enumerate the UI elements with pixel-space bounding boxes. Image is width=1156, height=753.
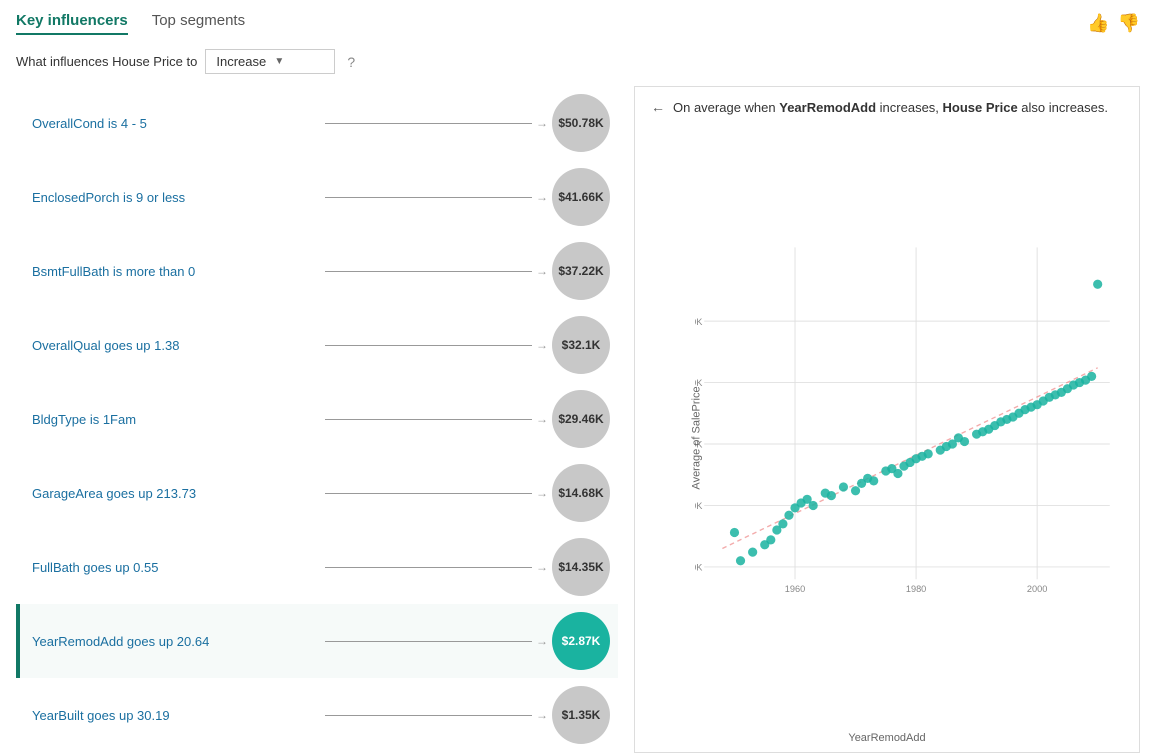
chevron-down-icon: ▼ <box>274 56 324 67</box>
arrow-icon: → <box>536 560 548 574</box>
influencer-row[interactable]: YearBuilt goes up 30.19 → $1.35K <box>16 678 618 752</box>
scatter-chart: $100K$150K$200K$250K$300K196019802000 <box>695 133 1119 712</box>
tab-key-influencers[interactable]: Key influencers <box>16 12 128 35</box>
influencer-bubble: $1.35K <box>552 686 610 744</box>
svg-text:$300K: $300K <box>695 317 703 327</box>
influencer-line <box>325 419 532 420</box>
influencer-row[interactable]: BsmtFullBath is more than 0 → $37.22K <box>16 234 618 308</box>
thumbs-up-icon[interactable]: 👍 <box>1087 13 1109 34</box>
influencer-label: YearRemodAdd goes up 20.64 <box>32 634 321 649</box>
influencer-bar: → $14.35K <box>321 538 610 596</box>
influencer-label: FullBath goes up 0.55 <box>32 560 321 575</box>
dropdown-value: Increase <box>216 54 266 69</box>
influencer-bubble: $29.46K <box>552 390 610 448</box>
svg-text:1960: 1960 <box>785 584 805 594</box>
arrow-icon: → <box>536 412 548 426</box>
influencer-line <box>325 197 532 198</box>
influencer-row[interactable]: EnclosedPorch is 9 or less → $41.66K <box>16 160 618 234</box>
influencer-label: OverallQual goes up 1.38 <box>32 338 321 353</box>
influencer-row[interactable]: YearRemodAdd goes up 20.64 → $2.87K <box>16 604 618 678</box>
chart-title: On average when YearRemodAdd increases, … <box>673 100 1108 115</box>
influencer-row[interactable]: GarageArea goes up 213.73 → $14.68K <box>16 456 618 530</box>
filter-row: What influences House Price to Increase … <box>16 49 1140 74</box>
thumbs-down-icon[interactable]: 👎 <box>1118 13 1140 34</box>
influencer-row[interactable]: OverallCond is 4 - 5 → $50.78K <box>16 86 618 160</box>
chart-area: Average of SalePrice YearRemodAdd $100K $… <box>635 123 1139 752</box>
svg-text:2000: 2000 <box>1027 584 1047 594</box>
svg-text:$100K: $100K <box>695 563 703 573</box>
main-content: OverallCond is 4 - 5 → $50.78K EnclosedPorc… <box>16 86 1140 753</box>
influencer-line <box>325 345 532 346</box>
influencer-bar: → $32.1K <box>321 316 610 374</box>
chart-header: ← On average when YearRemodAdd increases… <box>635 87 1139 123</box>
svg-text:1980: 1980 <box>906 584 926 594</box>
influencer-bar: → $37.22K <box>321 242 610 300</box>
filter-label: What influences House Price to <box>16 54 197 69</box>
svg-text:$150K: $150K <box>695 501 703 511</box>
tab-top-segments[interactable]: Top segments <box>152 12 245 35</box>
influencer-line <box>325 123 532 124</box>
filter-dropdown[interactable]: Increase ▼ <box>205 49 335 74</box>
help-icon[interactable]: ? <box>347 54 355 70</box>
arrow-icon: → <box>536 486 548 500</box>
influencer-label: YearBuilt goes up 30.19 <box>32 708 321 723</box>
influencer-line <box>325 271 532 272</box>
influencer-bubble: $50.78K <box>552 94 610 152</box>
y-axis-label: Average of SalePrice <box>691 386 703 489</box>
influencer-label: BsmtFullBath is more than 0 <box>32 264 321 279</box>
influencer-bubble: $2.87K <box>552 612 610 670</box>
influencer-bubble: $32.1K <box>552 316 610 374</box>
influencer-row[interactable]: BldgType is 1Fam → $29.46K <box>16 382 618 456</box>
influencer-bubble: $37.22K <box>552 242 610 300</box>
arrow-icon: → <box>536 634 548 648</box>
influencer-line <box>325 567 532 568</box>
influencer-label: EnclosedPorch is 9 or less <box>32 190 321 205</box>
influencer-bubble: $14.35K <box>552 538 610 596</box>
influencer-row[interactable]: OverallQual goes up 1.38 → $32.1K <box>16 308 618 382</box>
influencer-label: OverallCond is 4 - 5 <box>32 116 321 131</box>
arrow-icon: → <box>536 190 548 204</box>
influencer-line <box>325 493 532 494</box>
arrow-icon: → <box>536 264 548 278</box>
header: Key influencers Top segments 👍 👎 <box>16 12 1140 35</box>
influencer-bar: → $1.35K <box>321 686 610 744</box>
arrow-icon: → <box>536 116 548 130</box>
influencer-bar: → $2.87K <box>321 612 610 670</box>
influencer-bar: → $41.66K <box>321 168 610 226</box>
chart-panel: ← On average when YearRemodAdd increases… <box>634 86 1140 753</box>
influencer-bar: → $29.46K <box>321 390 610 448</box>
influencer-label: GarageArea goes up 213.73 <box>32 486 321 501</box>
influencer-line <box>325 715 532 716</box>
influencer-bar: → $14.68K <box>321 464 610 522</box>
x-axis-label: YearRemodAdd <box>848 732 925 744</box>
influencer-bar: → $50.78K <box>321 94 610 152</box>
influencer-bubble: $14.68K <box>552 464 610 522</box>
influencer-bubble: $41.66K <box>552 168 610 226</box>
header-icons: 👍 👎 <box>1087 13 1140 34</box>
arrow-icon: → <box>536 708 548 722</box>
influencers-list: OverallCond is 4 - 5 → $50.78K EnclosedPorc… <box>16 86 626 753</box>
influencer-label: BldgType is 1Fam <box>32 412 321 427</box>
influencer-line <box>325 641 532 642</box>
tab-bar: Key influencers Top segments <box>16 12 245 35</box>
influencer-row[interactable]: FullBath goes up 0.55 → $14.35K <box>16 530 618 604</box>
arrow-icon: → <box>536 338 548 352</box>
back-button[interactable]: ← <box>651 99 665 115</box>
